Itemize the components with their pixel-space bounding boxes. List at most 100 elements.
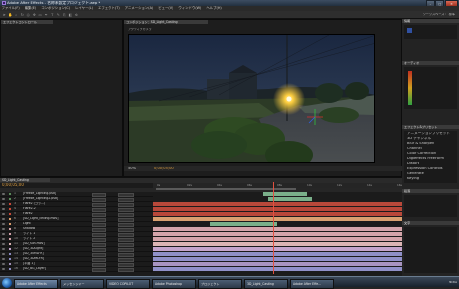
- eraser-tool-icon[interactable]: ◧: [68, 13, 73, 18]
- effects-item[interactable]: Blur & Sharpen: [407, 142, 434, 146]
- label-color-swatch[interactable]: [9, 242, 12, 246]
- label-color-swatch[interactable]: [9, 212, 12, 216]
- current-time-indicator[interactable]: [273, 182, 274, 274]
- layer-bar[interactable]: [153, 262, 402, 266]
- visibility-eye-icon[interactable]: [1, 237, 5, 240]
- layer-bar[interactable]: [153, 237, 402, 241]
- mask-tool-icon[interactable]: ▭: [38, 13, 43, 18]
- visibility-eye-icon[interactable]: [1, 242, 5, 245]
- layer-name[interactable]: [SD_3DLight]: [23, 247, 83, 250]
- effects-item[interactable]: Digieffects FreeForm: [407, 157, 444, 161]
- visibility-eye-icon[interactable]: [1, 252, 5, 255]
- tab-effect-controls[interactable]: エフェクトコントロール: [1, 20, 53, 24]
- layer-bar[interactable]: [153, 242, 402, 246]
- label-color-swatch[interactable]: [9, 202, 12, 206]
- visibility-eye-icon[interactable]: [1, 212, 5, 215]
- label-color-swatch[interactable]: [9, 197, 12, 201]
- effects-item[interactable]: Color Correction: [407, 152, 436, 156]
- visibility-eye-icon[interactable]: [1, 192, 5, 195]
- brush-tool-icon[interactable]: ✎: [56, 13, 61, 18]
- layer-bar[interactable]: [153, 257, 402, 261]
- label-color-swatch[interactable]: [9, 257, 12, 261]
- hand-tool-icon[interactable]: ✋: [8, 13, 13, 18]
- taskbar-button[interactable]: プロジェクト: [198, 278, 242, 289]
- visibility-eye-icon[interactable]: [1, 267, 5, 270]
- label-color-swatch[interactable]: [9, 192, 12, 196]
- visibility-eye-icon[interactable]: [1, 232, 5, 235]
- layer-bar[interactable]: [153, 202, 402, 206]
- text-tool-icon[interactable]: T: [50, 13, 55, 18]
- layer-bar[interactable]: [153, 217, 402, 221]
- tab-timeline[interactable]: SD_Light_Casting: [0, 178, 50, 182]
- taskbar-button[interactable]: Adobe After Effe...: [290, 278, 334, 289]
- start-button[interactable]: [1, 277, 12, 288]
- visibility-eye-icon[interactable]: [1, 217, 5, 220]
- tab-info[interactable]: 情報: [402, 19, 459, 23]
- pen-tool-icon[interactable]: ✒: [44, 13, 49, 18]
- parent-dropdown[interactable]: [118, 267, 134, 273]
- pan-behind-tool-icon[interactable]: ✥: [32, 13, 37, 18]
- layer-name[interactable]: [SD_3DMLFR]: [23, 257, 83, 260]
- tab-audio[interactable]: オーディオ: [402, 61, 459, 65]
- taskbar-button[interactable]: VIDEO COPILOT: [106, 278, 150, 289]
- layer-bar[interactable]: [267, 197, 313, 201]
- layer-bar[interactable]: [153, 247, 402, 251]
- layer-bar[interactable]: [153, 227, 402, 231]
- layer-bar[interactable]: [153, 267, 402, 271]
- layer-bar[interactable]: [210, 222, 278, 226]
- layer-name[interactable]: Light: [23, 222, 83, 225]
- composition-viewer[interactable]: [128, 34, 375, 163]
- label-color-swatch[interactable]: [9, 222, 12, 226]
- visibility-eye-icon[interactable]: [1, 247, 5, 250]
- label-color-swatch[interactable]: [9, 227, 12, 231]
- workspace-selector[interactable]: ワークスペース： 標準: [423, 13, 455, 16]
- tab-composition[interactable]: コンポジション：SD_Light_Casting: [124, 20, 208, 24]
- layer-bar[interactable]: [153, 232, 402, 236]
- layer-name[interactable]: Flare2-2: [23, 207, 83, 210]
- label-color-swatch[interactable]: [9, 247, 12, 251]
- taskbar-button[interactable]: 3D_Light_Casting: [244, 278, 288, 289]
- taskbar-button[interactable]: メッセンジャー: [60, 278, 104, 289]
- effects-item[interactable]: アニメーションプリセット: [407, 132, 450, 136]
- layer-name[interactable]: [平面 1]: [23, 262, 83, 265]
- label-color-swatch[interactable]: [9, 207, 12, 211]
- layer-bar[interactable]: [153, 252, 402, 256]
- visibility-eye-icon[interactable]: [1, 202, 5, 205]
- camera-tool-icon[interactable]: ◎: [26, 13, 31, 18]
- visibility-eye-icon[interactable]: [1, 257, 5, 260]
- label-color-swatch[interactable]: [9, 262, 12, 266]
- comp-timecode[interactable]: 0;00;05;00: [154, 167, 174, 171]
- label-color-swatch[interactable]: [9, 217, 12, 221]
- layer-bar[interactable]: [262, 192, 308, 196]
- zoom-tool-icon[interactable]: ⌕: [14, 13, 19, 18]
- layer-name[interactable]: Flare2: [23, 212, 83, 215]
- label-color-swatch[interactable]: [9, 267, 12, 271]
- effects-item[interactable]: Generate: [407, 172, 424, 176]
- visibility-eye-icon[interactable]: [1, 262, 5, 265]
- effects-item[interactable]: 3D チャンネル: [407, 137, 431, 141]
- visibility-eye-icon[interactable]: [1, 197, 5, 200]
- work-area-bar[interactable]: [156, 188, 296, 190]
- tab-paragraph[interactable]: 段落: [402, 189, 459, 193]
- rotate-tool-icon[interactable]: ↻: [20, 13, 25, 18]
- label-color-swatch[interactable]: [9, 252, 12, 256]
- tab-effects-presets[interactable]: エフェクト&プリセット: [402, 125, 459, 129]
- timeline-timecode[interactable]: 0;00;05;00: [2, 183, 24, 187]
- tab-character[interactable]: 文字: [402, 221, 459, 225]
- visibility-eye-icon[interactable]: [1, 222, 5, 225]
- effects-item[interactable]: Distort: [407, 162, 419, 166]
- clone-tool-icon[interactable]: ⎘: [62, 13, 67, 18]
- layer-name[interactable]: ライト 1: [23, 232, 83, 235]
- visibility-eye-icon[interactable]: [1, 227, 5, 230]
- effects-item[interactable]: Channel: [407, 147, 422, 151]
- layer-name[interactable]: Flare2 (コラ...): [23, 202, 83, 205]
- selection-tool-icon[interactable]: ➤: [2, 13, 7, 18]
- layer-name[interactable]: [Freeze_Lighting.psd]: [23, 192, 83, 195]
- puppet-tool-icon[interactable]: ✲: [74, 13, 79, 18]
- taskbar-button[interactable]: Adobe Photoshop: [152, 278, 196, 289]
- magnification-dropdown[interactable]: 50%: [128, 167, 136, 171]
- layer-name[interactable]: [SD_30MLFR]: [23, 252, 83, 255]
- layer-name[interactable]: [SD_sun.mov]: [23, 242, 83, 245]
- layer-name[interactable]: ライト 2: [23, 237, 83, 240]
- layer-name[interactable]: Shadow: [23, 227, 83, 230]
